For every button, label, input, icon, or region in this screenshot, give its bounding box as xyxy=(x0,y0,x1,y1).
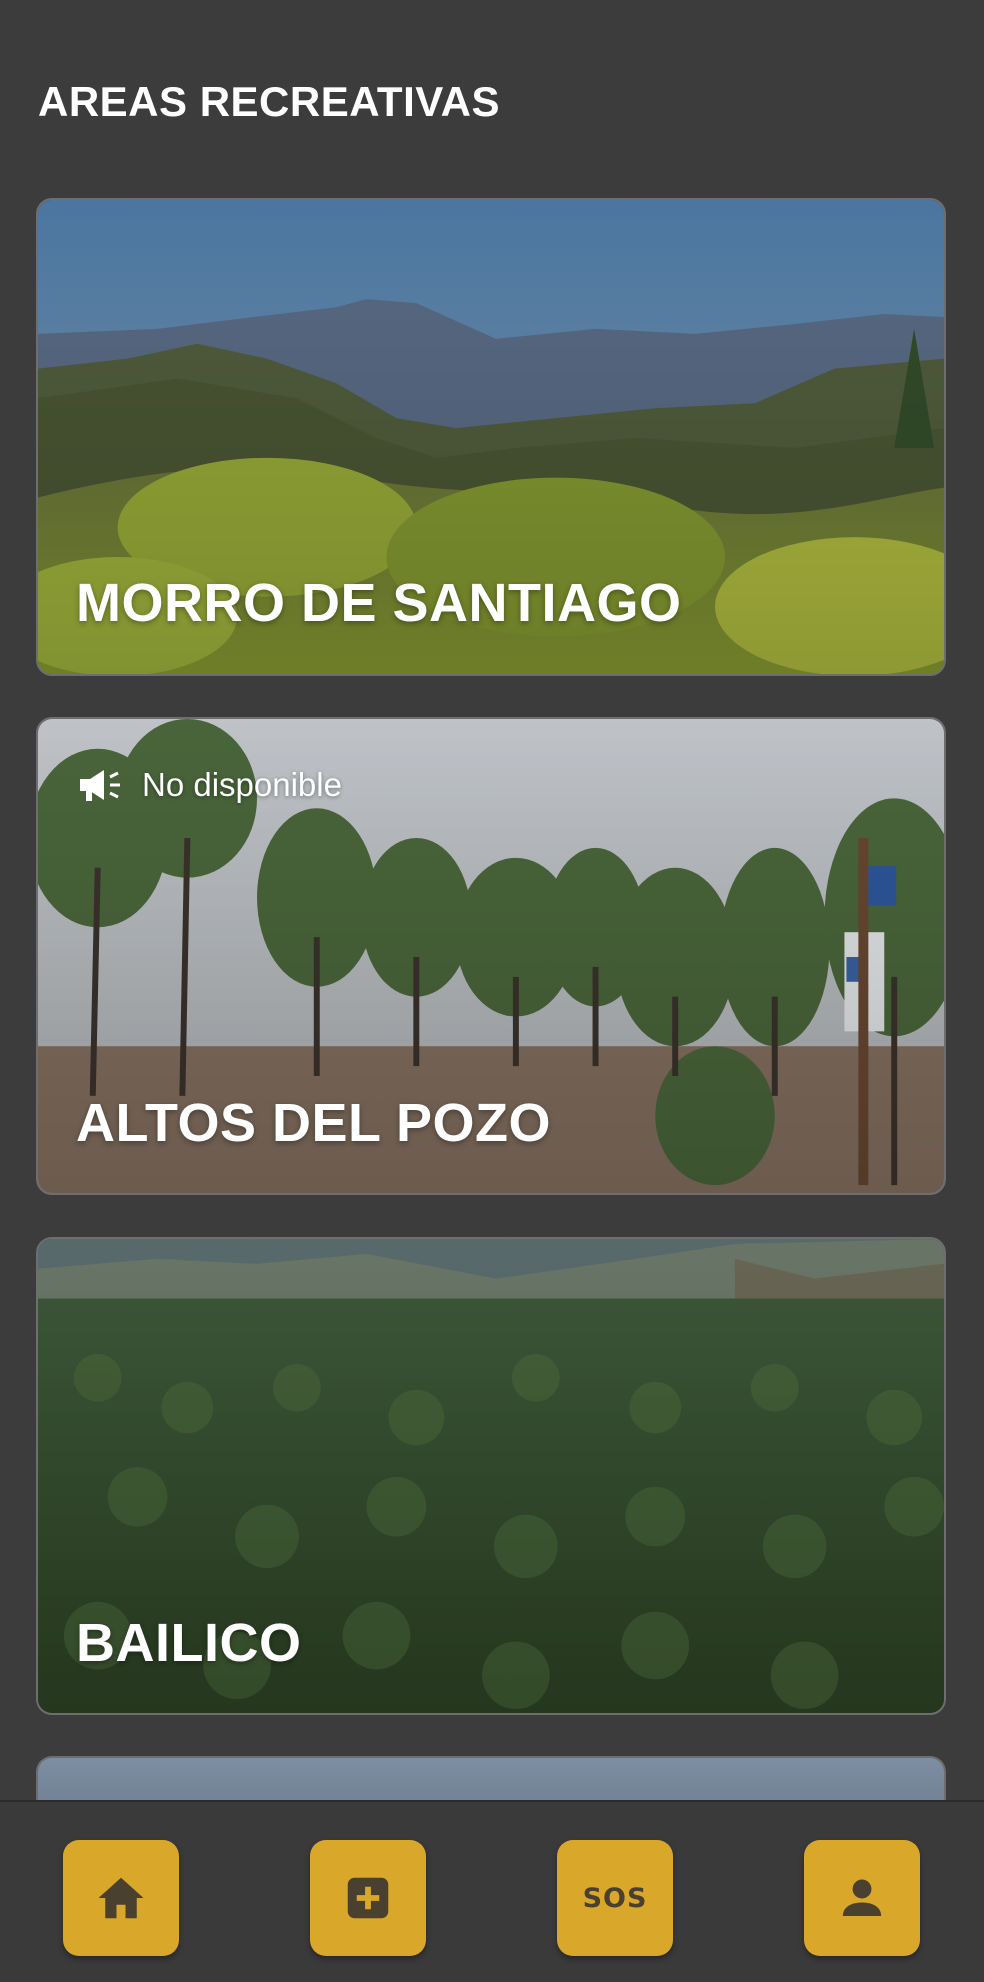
user-icon xyxy=(842,1879,882,1916)
audio-status: No disponible xyxy=(76,765,342,805)
audio-status-label: No disponible xyxy=(142,766,342,803)
home-button[interactable] xyxy=(63,1840,179,1956)
page-title: AREAS RECREATIVAS xyxy=(38,78,500,125)
profile-button[interactable] xyxy=(804,1840,920,1956)
area-card-title: MORRO DE SANTIAGO xyxy=(76,573,682,633)
area-card-title: ALTOS DEL POZO xyxy=(76,1093,552,1153)
add-button[interactable] xyxy=(310,1840,426,1956)
area-card-morro-de-santiago[interactable]: MORRO DE SANTIAGO xyxy=(36,198,946,676)
home-icon xyxy=(98,1877,144,1919)
sos-icon: SOS xyxy=(582,1882,648,1914)
sos-button[interactable]: SOS xyxy=(557,1840,673,1956)
megaphone-off-icon xyxy=(80,770,120,801)
area-card-bailico[interactable]: BAILICO xyxy=(36,1237,946,1715)
area-card-title: BAILICO xyxy=(76,1613,302,1673)
area-card-altos-del-pozo[interactable]: No disponible ALTOS DEL POZO xyxy=(36,717,946,1195)
plus-box-icon xyxy=(347,1877,389,1919)
bottom-nav: SOS xyxy=(0,1800,984,1982)
